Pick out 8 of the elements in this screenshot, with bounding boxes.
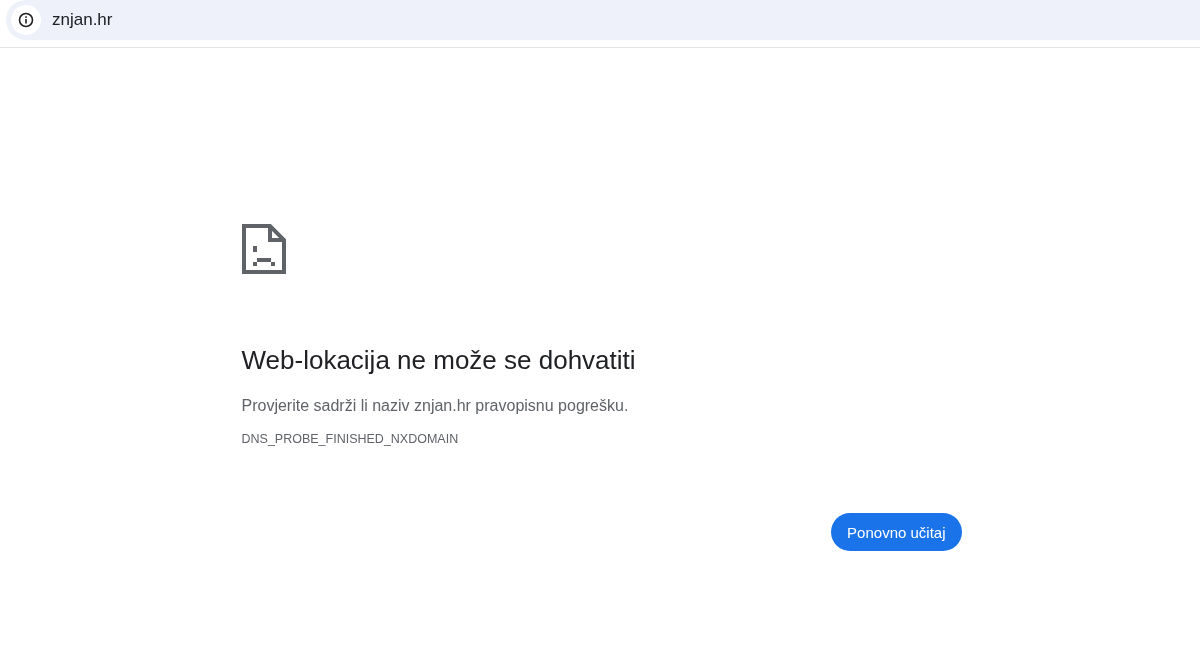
url-text: znjan.hr [52,10,113,30]
error-code: DNS_PROBE_FINISHED_NXDOMAIN [241,432,460,446]
error-title: Web-lokacija ne može se dohvatiti [241,344,637,376]
reload-button[interactable]: Ponovno učitaj [831,513,962,551]
address-bar[interactable]: znjan.hr [6,0,1200,40]
error-message: Provjerite sadrži li naziv znjan.hr pravopisnu pogrešku. [241,396,630,416]
info-icon[interactable] [18,12,34,28]
sad-page-icon [241,224,286,274]
